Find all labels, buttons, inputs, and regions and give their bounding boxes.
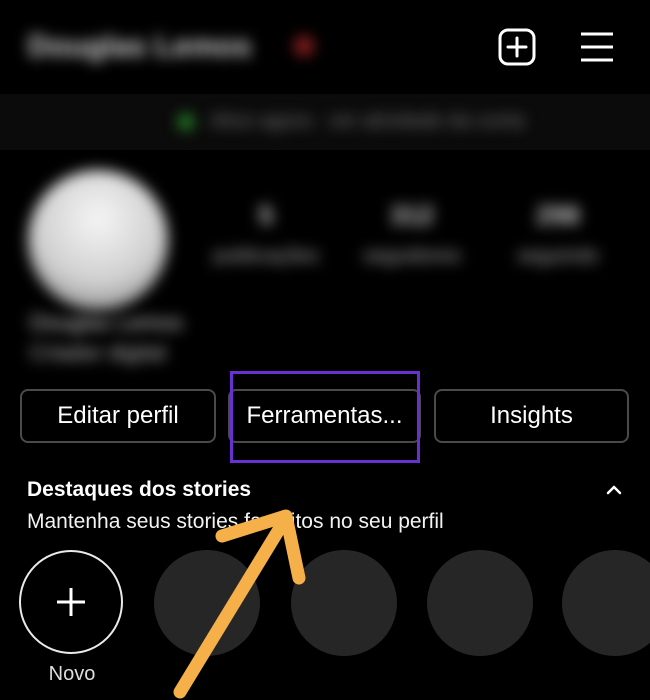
highlight-placeholder — [154, 550, 260, 656]
banner-text: Ativo agora · ver atividade da conta — [210, 110, 525, 132]
stories-highlights-subtitle: Mantenha seus stories favoritos no seu p… — [27, 510, 444, 533]
stat-label: seguidores — [363, 245, 461, 267]
plus-icon — [57, 588, 85, 616]
highlight-placeholder — [291, 550, 397, 656]
insights-button[interactable]: Insights — [434, 389, 629, 443]
tools-button[interactable]: Ferramentas... — [228, 389, 421, 443]
new-post-button[interactable] — [498, 28, 536, 66]
avatar[interactable] — [28, 170, 168, 310]
activity-banner[interactable]: Ativo agora · ver atividade da conta — [0, 94, 650, 150]
profile-username[interactable]: Douglas Lemos — [28, 30, 251, 64]
bio-name: Douglas Lemos — [30, 310, 183, 335]
highlight-placeholder — [562, 550, 650, 656]
new-highlight-label: Novo — [48, 663, 96, 685]
stat-value: 298 — [536, 200, 580, 230]
collapse-highlights-button[interactable] — [603, 482, 625, 498]
active-status-dot — [178, 114, 194, 130]
plus-square-icon — [498, 28, 536, 66]
top-bar: Douglas Lemos — [0, 0, 650, 92]
menu-button[interactable] — [578, 28, 616, 66]
stat-posts[interactable]: 5 publicações — [196, 200, 336, 268]
bio-text: Criador digital — [30, 340, 166, 365]
highlight-placeholder — [427, 550, 533, 656]
stat-value: 312 — [390, 200, 434, 230]
stat-label: publicações — [213, 245, 319, 267]
new-highlight-button[interactable] — [19, 550, 123, 654]
notification-dot — [294, 36, 314, 56]
chevron-up-icon — [606, 485, 622, 495]
stat-followers[interactable]: 312 seguidores — [342, 200, 482, 268]
edit-profile-button[interactable]: Editar perfil — [20, 389, 216, 443]
hamburger-menu-icon — [581, 32, 613, 62]
stories-highlights-title: Destaques dos stories — [27, 478, 252, 501]
stat-following[interactable]: 298 seguindo — [488, 200, 628, 268]
stat-value: 5 — [258, 200, 274, 230]
stat-label: seguindo — [517, 245, 599, 267]
